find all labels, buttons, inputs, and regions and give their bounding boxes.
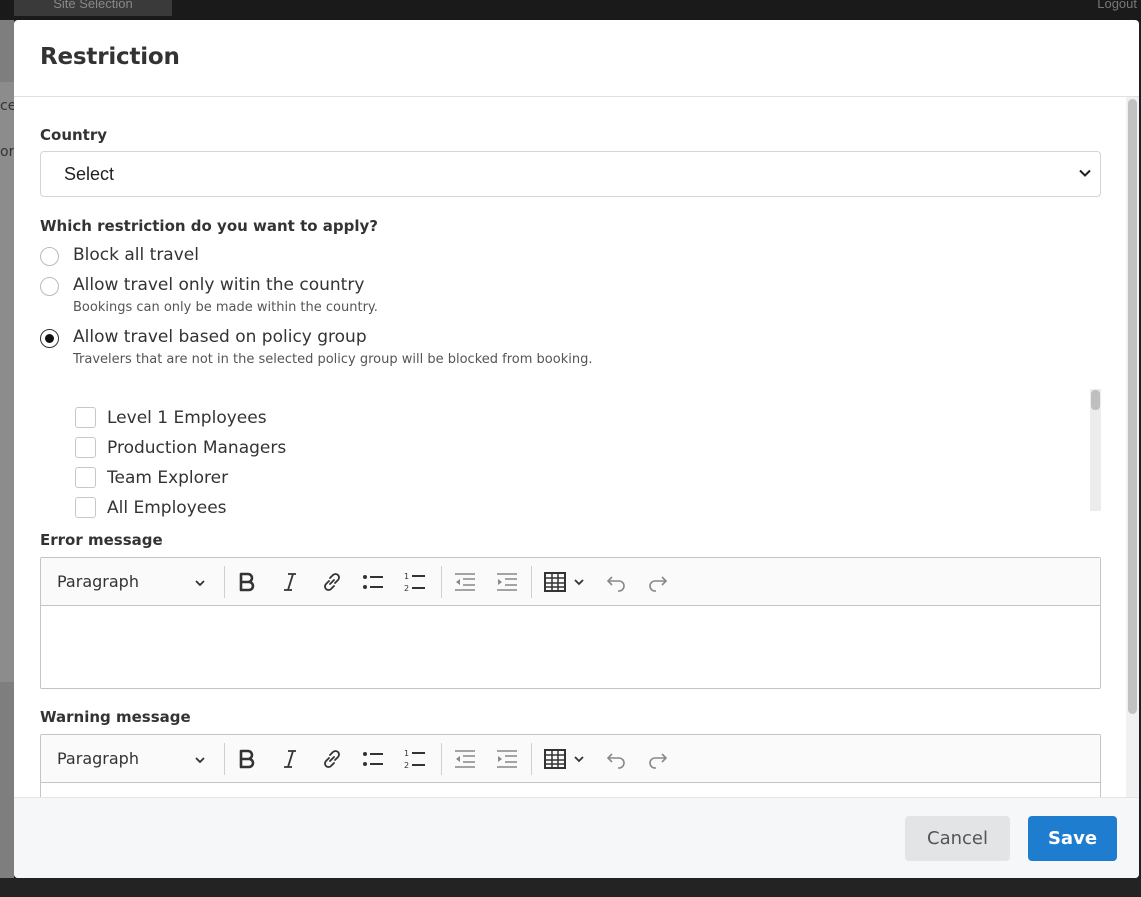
chevron-down-icon[interactable] <box>573 752 585 764</box>
cancel-button[interactable]: Cancel <box>905 816 1010 861</box>
paragraph-format-dropdown[interactable]: Paragraph <box>57 749 139 768</box>
link-icon[interactable] <box>320 747 344 771</box>
checkbox[interactable] <box>75 467 96 488</box>
background-page-edge: ce or <box>0 20 16 878</box>
radio-label: Allow travel only witin the country <box>73 275 365 295</box>
background-panel <box>0 82 14 682</box>
editor-toolbar: Paragraph 1 2 <box>41 558 1100 606</box>
save-button[interactable]: Save <box>1028 816 1117 861</box>
italic-icon[interactable] <box>278 747 302 771</box>
paragraph-format-dropdown[interactable]: Paragraph <box>57 572 139 591</box>
radio-help-text: Bookings can only be made within the cou… <box>73 300 378 315</box>
toolbar-divider <box>531 743 532 775</box>
radio-button[interactable] <box>40 247 59 266</box>
modal-title: Restriction <box>40 44 180 70</box>
outdent-icon[interactable] <box>453 570 477 594</box>
bold-icon[interactable] <box>235 747 259 771</box>
svg-text:2: 2 <box>404 761 409 770</box>
link-icon[interactable] <box>320 570 344 594</box>
country-label: Country <box>40 126 108 144</box>
checkbox-label: All Employees <box>107 498 227 518</box>
bulleted-list-icon[interactable] <box>361 747 385 771</box>
radio-button-selected[interactable] <box>40 329 59 348</box>
redo-icon[interactable] <box>646 747 670 771</box>
numbered-list-icon[interactable]: 12 <box>403 747 427 771</box>
radio-help-text: Travelers that are not in the selected p… <box>73 352 593 367</box>
chevron-down-icon[interactable] <box>573 575 585 587</box>
background-text-fragment: or <box>0 144 15 160</box>
scrollbar-thumb[interactable] <box>1128 99 1137 714</box>
table-icon[interactable] <box>543 570 567 594</box>
toolbar-divider <box>224 743 225 775</box>
checkbox-label: Level 1 Employees <box>107 408 267 428</box>
country-select-value: Select <box>64 164 115 184</box>
modal-footer: Cancel Save <box>14 797 1139 878</box>
table-icon[interactable] <box>543 747 567 771</box>
checkbox[interactable] <box>75 407 96 428</box>
indent-icon[interactable] <box>495 747 519 771</box>
bulleted-list-icon[interactable] <box>361 570 385 594</box>
svg-text:1: 1 <box>404 572 409 581</box>
radio-label: Allow travel based on policy group <box>73 327 367 347</box>
checkbox[interactable] <box>75 437 96 458</box>
modal-body: Country Select Which restriction do you … <box>14 97 1139 797</box>
svg-text:2: 2 <box>404 584 409 593</box>
editor-toolbar: Paragraph 1 2 <box>41 735 1100 783</box>
bold-icon[interactable] <box>235 570 259 594</box>
restriction-modal: Restriction Country Select Which restric… <box>14 20 1139 878</box>
background-logout-link: Logout <box>1097 0 1137 11</box>
outdent-icon[interactable] <box>453 747 477 771</box>
background-bottom <box>0 878 1141 897</box>
warning-message-content[interactable] <box>41 783 1100 797</box>
radio-label: Block all travel <box>73 245 199 265</box>
checkbox-label: Team Explorer <box>107 468 229 488</box>
toolbar-divider <box>441 743 442 775</box>
scrollbar-thumb[interactable] <box>1091 390 1100 410</box>
undo-icon[interactable] <box>604 747 628 771</box>
chevron-down-icon[interactable] <box>194 576 206 594</box>
error-message-label: Error message <box>40 531 163 549</box>
background-tab-site-selection: Site Selection <box>14 0 172 16</box>
toolbar-divider <box>441 566 442 598</box>
indent-icon[interactable] <box>495 570 519 594</box>
error-message-editor: Paragraph 1 2 <box>40 557 1101 689</box>
modal-header: Restriction <box>14 20 1139 97</box>
checkbox-label: Production Managers <box>107 438 287 458</box>
policy-group-list: Level 1 Employees Production Managers Te… <box>40 389 1101 518</box>
toolbar-divider <box>531 566 532 598</box>
italic-icon[interactable] <box>278 570 302 594</box>
numbered-list-icon[interactable]: 12 <box>403 570 427 594</box>
checkbox[interactable] <box>75 497 96 518</box>
country-select[interactable]: Select <box>40 151 1101 197</box>
chevron-down-icon <box>1078 166 1092 185</box>
warning-message-label: Warning message <box>40 708 191 726</box>
restriction-question-label: Which restriction do you want to apply? <box>40 217 378 235</box>
svg-text:1: 1 <box>404 749 409 758</box>
warning-message-editor: Paragraph 1 2 <box>40 734 1101 797</box>
redo-icon[interactable] <box>646 570 670 594</box>
chevron-down-icon[interactable] <box>194 753 206 771</box>
error-message-content[interactable] <box>41 606 1100 688</box>
toolbar-divider <box>224 566 225 598</box>
policy-list-scrollbar[interactable] <box>1090 389 1101 511</box>
undo-icon[interactable] <box>604 570 628 594</box>
modal-scrollbar[interactable] <box>1126 97 1139 797</box>
radio-button[interactable] <box>40 277 59 296</box>
